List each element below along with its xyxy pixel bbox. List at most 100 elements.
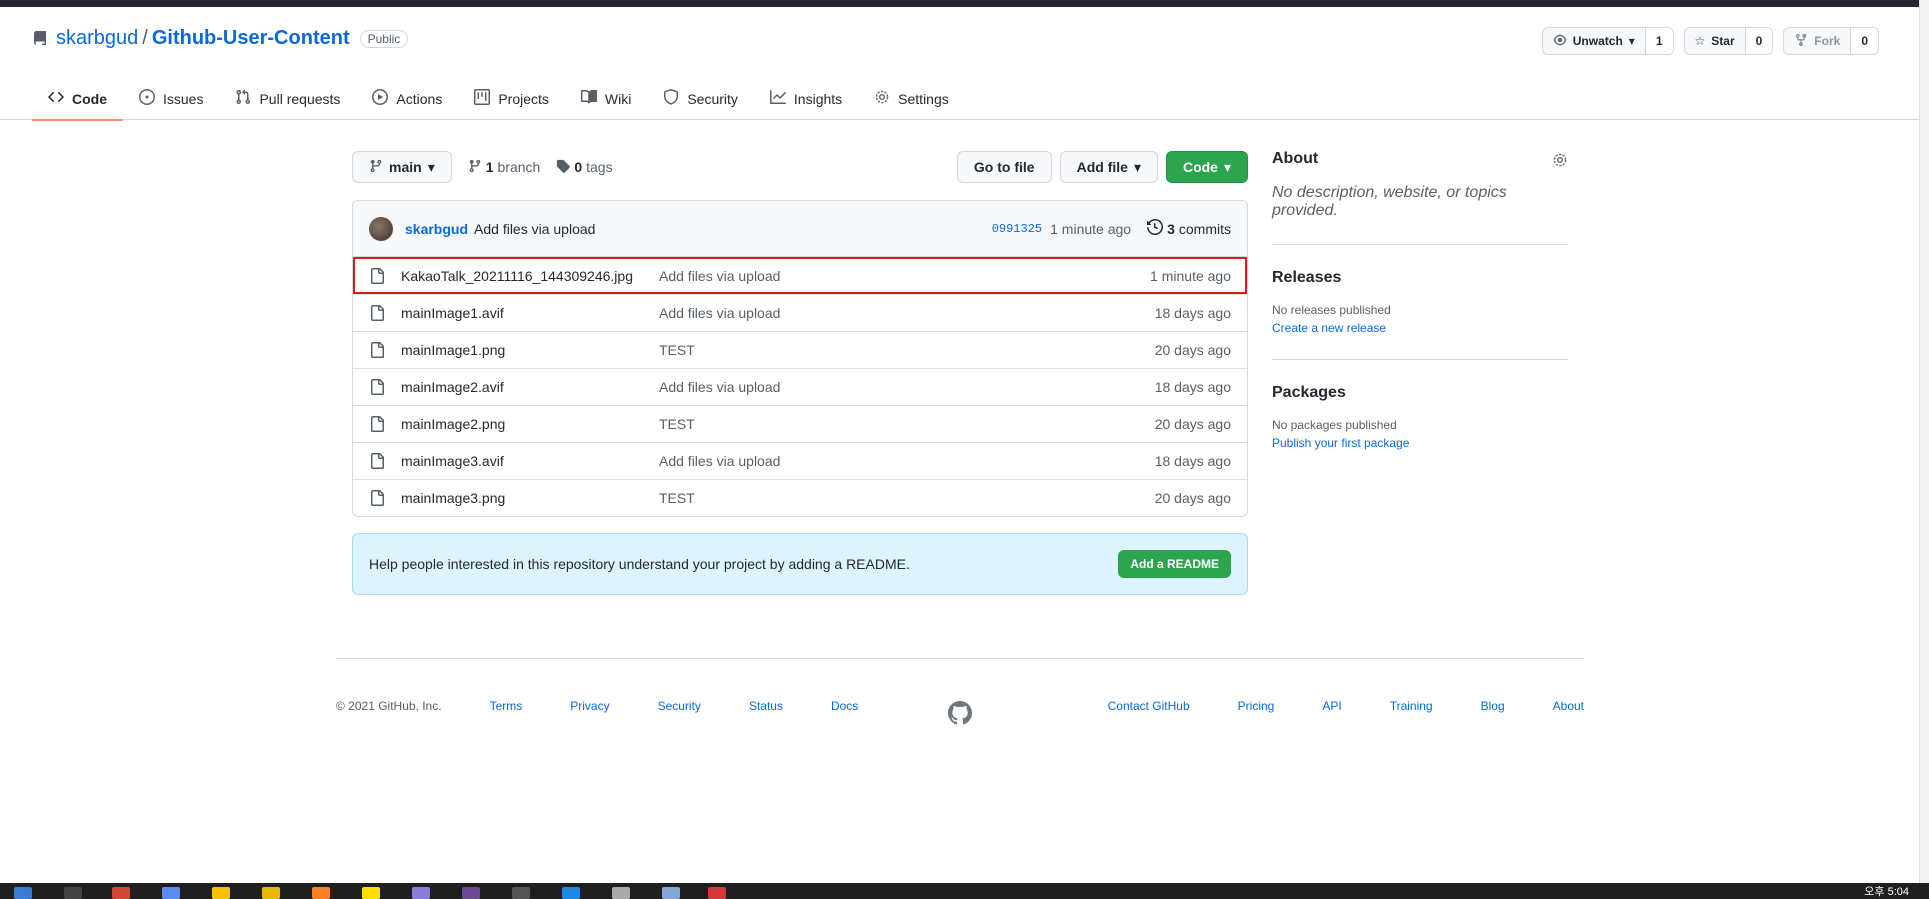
file-name-link[interactable]: mainImage1.png xyxy=(401,342,659,358)
file-row[interactable]: mainImage3.avif Add files via upload 18 … xyxy=(353,442,1247,479)
file-name-link[interactable]: mainImage3.png xyxy=(401,490,659,506)
repo-name-link[interactable]: Github-User-Content xyxy=(152,27,350,50)
tab-projects[interactable]: Projects xyxy=(458,77,565,120)
file-listing: skarbgud Add files via upload 0991325 1 … xyxy=(352,200,1248,517)
file-commit-link[interactable]: Add files via upload xyxy=(659,268,780,284)
footer-link-security[interactable]: Security xyxy=(658,699,701,713)
file-name-link[interactable]: KakaoTalk_20211116_144309246.jpg xyxy=(401,268,659,284)
avatar[interactable] xyxy=(369,216,393,241)
latest-commit-bar: skarbgud Add files via upload 0991325 1 … xyxy=(353,201,1247,257)
tab-wiki[interactable]: Wiki xyxy=(565,77,647,120)
footer-link-docs[interactable]: Docs xyxy=(831,699,858,713)
commit-sha-link[interactable]: 0991325 xyxy=(992,222,1042,236)
file-name-link[interactable]: mainImage2.png xyxy=(401,416,659,432)
tab-settings[interactable]: Settings xyxy=(858,77,965,120)
releases-title[interactable]: Releases xyxy=(1272,269,1568,287)
commit-author-link[interactable]: skarbgud xyxy=(405,221,468,237)
tab-actions[interactable]: Actions xyxy=(356,77,458,120)
packages-section: Packages No packages published Publish y… xyxy=(1272,384,1568,474)
file-commit-link[interactable]: TEST xyxy=(659,416,695,432)
vscode-icon[interactable] xyxy=(562,887,580,899)
tab-security[interactable]: Security xyxy=(647,77,754,120)
search-icon[interactable] xyxy=(64,887,82,899)
start-icon[interactable] xyxy=(14,887,32,899)
file-commit-link[interactable]: TEST xyxy=(659,342,695,358)
file-name-link[interactable]: mainImage2.avif xyxy=(401,379,659,395)
file-row[interactable]: mainImage1.avif Add files via upload 18 … xyxy=(353,294,1247,331)
repo-separator: / xyxy=(142,27,148,49)
branch-select-button[interactable]: main ▾ xyxy=(352,151,452,183)
commits-link[interactable]: 3 commits xyxy=(1147,218,1231,238)
file-row[interactable]: mainImage2.avif Add files via upload 18 … xyxy=(353,368,1247,405)
app-icon[interactable] xyxy=(312,887,330,899)
file-age: 20 days ago xyxy=(1154,490,1231,506)
branch-count: 1 xyxy=(485,159,494,175)
kakaotalk-icon[interactable] xyxy=(362,887,380,899)
footer-link-api[interactable]: API xyxy=(1322,699,1341,713)
file-row[interactable]: mainImage3.png TEST 20 days ago xyxy=(353,479,1247,516)
app-icon[interactable] xyxy=(162,887,180,899)
footer-link-contact[interactable]: Contact GitHub xyxy=(1108,699,1190,713)
tab-issues[interactable]: Issues xyxy=(123,77,219,120)
tab-code[interactable]: Code xyxy=(32,77,123,121)
file-commit-link[interactable]: TEST xyxy=(659,490,695,506)
app-icon[interactable] xyxy=(412,887,430,899)
publish-package-link[interactable]: Publish your first package xyxy=(1272,436,1568,450)
code-label: Code xyxy=(1182,159,1218,175)
gear-icon[interactable] xyxy=(1552,152,1568,168)
footer-link-pricing[interactable]: Pricing xyxy=(1238,699,1275,713)
file-commit-link[interactable]: Add files via upload xyxy=(659,305,780,321)
issue-icon xyxy=(139,89,155,108)
notes-icon[interactable] xyxy=(212,887,230,899)
create-release-link[interactable]: Create a new release xyxy=(1272,321,1568,335)
footer-link-about[interactable]: About xyxy=(1553,699,1584,713)
star-count[interactable]: 0 xyxy=(1745,28,1773,54)
tab-insights[interactable]: Insights xyxy=(754,77,858,120)
footer-link-blog[interactable]: Blog xyxy=(1481,699,1505,713)
app-icon[interactable] xyxy=(612,887,630,899)
file-name-link[interactable]: mainImage3.avif xyxy=(401,453,659,469)
file-commit-link[interactable]: Add files via upload xyxy=(659,453,780,469)
tab-pull-requests[interactable]: Pull requests xyxy=(219,77,356,120)
app-icon[interactable] xyxy=(708,887,726,899)
file-row[interactable]: KakaoTalk_20211116_144309246.jpg Add fil… xyxy=(353,257,1247,294)
fork-button[interactable]: Fork xyxy=(1784,28,1852,54)
file-icon xyxy=(369,267,385,284)
fork-count[interactable]: 0 xyxy=(1851,28,1878,54)
file-row[interactable]: mainImage1.png TEST 20 days ago xyxy=(353,331,1247,368)
add-readme-button[interactable]: Add a README xyxy=(1118,550,1231,578)
taskbar-clock[interactable]: 오후 5:04 xyxy=(1864,883,1909,899)
folder-icon[interactable] xyxy=(262,887,280,899)
go-to-file-button[interactable]: Go to file xyxy=(956,151,1052,183)
shield-icon xyxy=(663,89,679,108)
commit-message-link[interactable]: Add files via upload xyxy=(474,221,595,237)
watch-button[interactable]: Unwatch ▾ xyxy=(1543,28,1646,54)
repo-header: skarbgud / Github-User-Content Public Un… xyxy=(0,7,1919,121)
star-icon: ☆ xyxy=(1694,34,1706,48)
file-commit-link[interactable]: Add files via upload xyxy=(659,379,780,395)
file-icon xyxy=(369,490,385,506)
file-row[interactable]: mainImage2.png TEST 20 days ago xyxy=(353,405,1247,442)
chrome-icon[interactable] xyxy=(112,887,130,899)
add-file-label: Add file xyxy=(1076,159,1128,175)
watch-count[interactable]: 1 xyxy=(1645,28,1673,54)
repo-owner-link[interactable]: skarbgud xyxy=(56,27,138,50)
code-button[interactable]: Code ▾ xyxy=(1165,151,1248,183)
file-name-link[interactable]: mainImage1.avif xyxy=(401,305,659,321)
footer-link-training[interactable]: Training xyxy=(1390,699,1433,713)
star-label: Star xyxy=(1711,34,1735,48)
commit-label: commits xyxy=(1178,220,1231,237)
file-age: 18 days ago xyxy=(1154,305,1231,321)
tags-link[interactable]: 0 tags xyxy=(556,159,613,176)
app-icon[interactable] xyxy=(662,887,680,899)
branches-link[interactable]: 1 branch xyxy=(468,159,540,176)
app-icon[interactable] xyxy=(462,887,480,899)
footer-link-status[interactable]: Status xyxy=(749,699,783,713)
packages-title[interactable]: Packages xyxy=(1272,384,1568,402)
footer-link-privacy[interactable]: Privacy xyxy=(570,699,609,713)
terminal-icon[interactable] xyxy=(512,887,530,899)
github-logo-icon[interactable] xyxy=(948,701,972,725)
star-button[interactable]: ☆ Star xyxy=(1685,28,1746,54)
footer-link-terms[interactable]: Terms xyxy=(490,699,523,713)
add-file-button[interactable]: Add file ▾ xyxy=(1059,151,1158,183)
